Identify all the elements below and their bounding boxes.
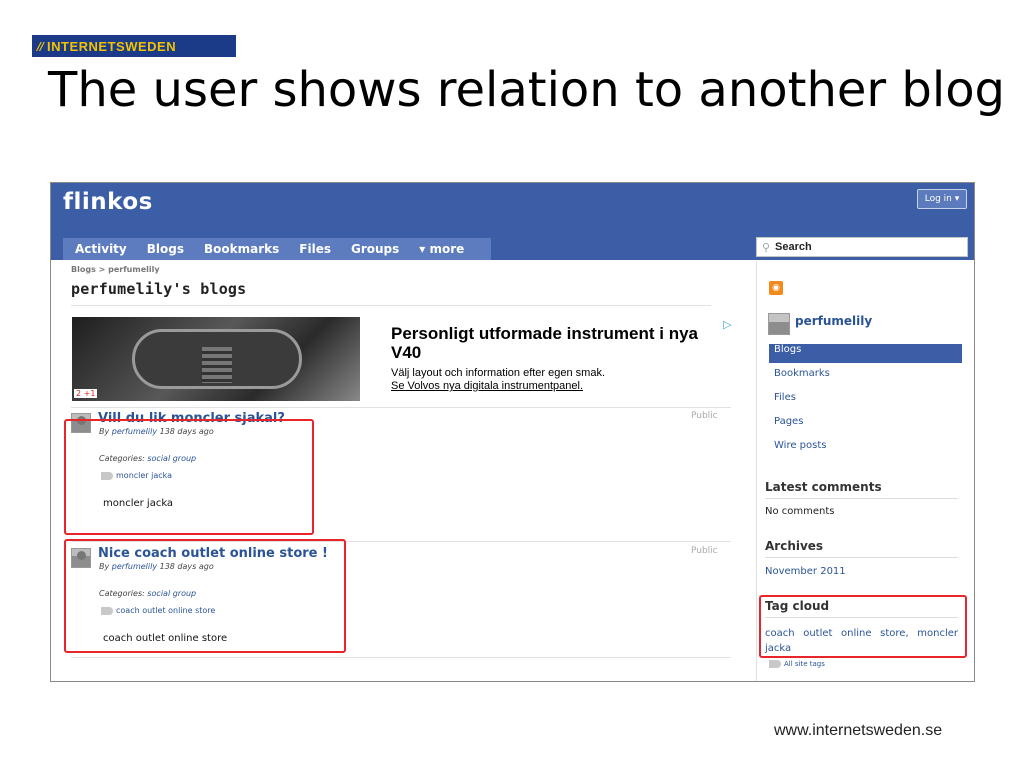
- archive-link[interactable]: November 2011: [765, 566, 846, 577]
- nav-more[interactable]: ▾ more: [419, 242, 464, 256]
- page-title: perfumelily's blogs: [71, 280, 247, 298]
- keypad-graphic: [202, 347, 232, 383]
- blog-screenshot: flinkos Log in ▾ Activity Blogs Bookmark…: [50, 182, 975, 682]
- divider: [71, 657, 731, 658]
- nav-activity[interactable]: Activity: [75, 242, 127, 256]
- nav-groups[interactable]: Groups: [351, 242, 399, 256]
- ad-badge: 2 +1: [74, 389, 98, 398]
- rss-icon[interactable]: ◉: [769, 281, 783, 295]
- breadcrumb[interactable]: Blogs > perfumelily: [71, 265, 160, 274]
- divider: [71, 305, 711, 306]
- sidebar-username[interactable]: perfumelily: [795, 314, 872, 328]
- sidebar: ◉ perfumelily Blogs Bookmarks Files Page…: [756, 261, 974, 681]
- sidebar-item-bookmarks[interactable]: Bookmarks: [769, 368, 962, 392]
- nav-blogs[interactable]: Blogs: [147, 242, 184, 256]
- logo-mark: ∕∕: [37, 39, 44, 53]
- highlight-box: [64, 419, 314, 535]
- ad-line-1: Välj layout och information efter egen s…: [391, 367, 606, 379]
- ad-line-2: Se Volvos nya digitala instrumentpanel.: [391, 380, 584, 392]
- visibility-label: Public: [691, 411, 718, 421]
- archives-heading: Archives: [765, 539, 958, 558]
- search-placeholder: Search: [775, 241, 812, 253]
- sidebar-item-files[interactable]: Files: [769, 392, 962, 416]
- sidebar-menu: Blogs Bookmarks Files Pages Wire posts: [769, 344, 962, 464]
- login-button[interactable]: Log in ▾: [917, 189, 967, 209]
- ad-title[interactable]: Personligt utformade instrument i nya V4…: [391, 324, 711, 362]
- internetsweden-logo: ∕∕ INTERNETSWEDEN: [32, 35, 236, 57]
- nav-bookmarks[interactable]: Bookmarks: [204, 242, 279, 256]
- search-icon: ⚲: [761, 240, 771, 254]
- latest-comments-heading: Latest comments: [765, 480, 958, 499]
- all-site-tags-link[interactable]: All site tags: [769, 660, 825, 668]
- main-content: Blogs > perfumelily perfumelily's blogs …: [51, 261, 756, 681]
- site-name[interactable]: flinkos: [63, 189, 153, 215]
- sidebar-item-blogs[interactable]: Blogs: [769, 344, 962, 363]
- sidebar-item-pages[interactable]: Pages: [769, 416, 962, 440]
- avatar[interactable]: [768, 313, 790, 335]
- slide-title: The user shows relation to another blog: [48, 62, 1006, 118]
- site-header: flinkos Log in ▾ Activity Blogs Bookmark…: [51, 183, 974, 260]
- tag-icon: [769, 660, 781, 668]
- visibility-label: Public: [691, 546, 718, 556]
- logo-text: INTERNETSWEDEN: [47, 38, 177, 54]
- sidebar-item-wire-posts[interactable]: Wire posts: [769, 440, 962, 464]
- search-input[interactable]: ⚲ Search: [756, 237, 968, 257]
- ad-image[interactable]: 2 +1: [72, 317, 360, 401]
- ad-text[interactable]: Välj layout och information efter egen s…: [391, 367, 605, 393]
- latest-comments-text: No comments: [765, 506, 835, 517]
- main-nav: Activity Blogs Bookmarks Files Groups ▾ …: [63, 238, 491, 260]
- highlight-box: [64, 539, 346, 653]
- highlight-box: [759, 595, 967, 658]
- footer-url: www.internetsweden.se: [774, 722, 943, 739]
- divider: [71, 407, 731, 408]
- adchoices-icon[interactable]: ▷: [723, 318, 731, 331]
- nav-files[interactable]: Files: [299, 242, 331, 256]
